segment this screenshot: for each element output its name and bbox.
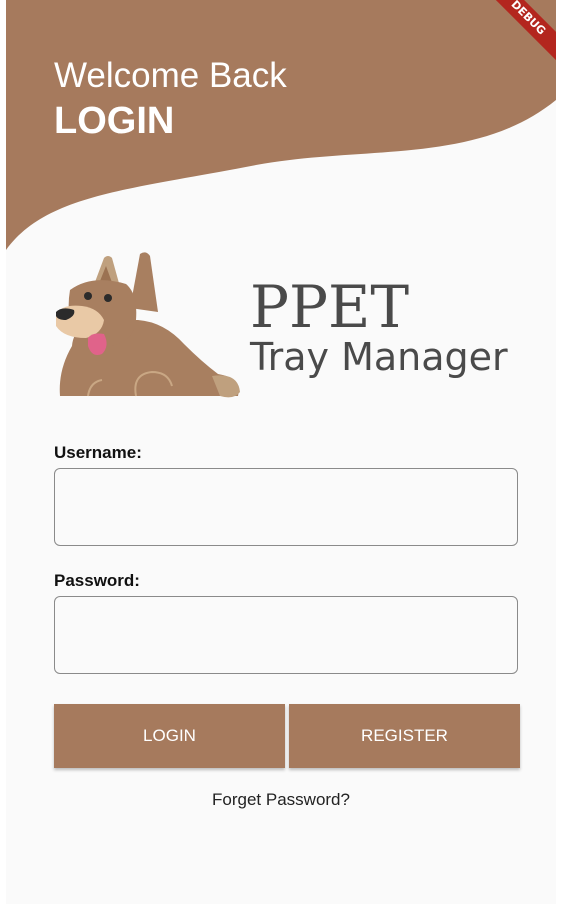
password-field[interactable] <box>55 597 517 673</box>
app-subtitle: Tray Manager <box>250 335 508 379</box>
username-field-container <box>54 468 518 546</box>
username-field[interactable] <box>55 469 517 545</box>
app-frame: DEBUG Welcome Back LOGIN PPET Tray Manag… <box>0 0 562 910</box>
forgot-password-link[interactable]: Forget Password? <box>0 790 562 810</box>
login-button[interactable]: LOGIN <box>54 704 285 768</box>
password-label: Password: <box>54 571 140 590</box>
app-name: PPET <box>250 273 410 341</box>
register-button[interactable]: REGISTER <box>289 704 520 768</box>
login-screen: DEBUG Welcome Back LOGIN PPET Tray Manag… <box>6 0 556 904</box>
username-label: Username: <box>54 443 142 462</box>
welcome-text: Welcome Back <box>54 56 287 95</box>
page-title: LOGIN <box>54 100 175 142</box>
dog-icon <box>56 252 240 398</box>
password-field-container <box>54 596 518 674</box>
